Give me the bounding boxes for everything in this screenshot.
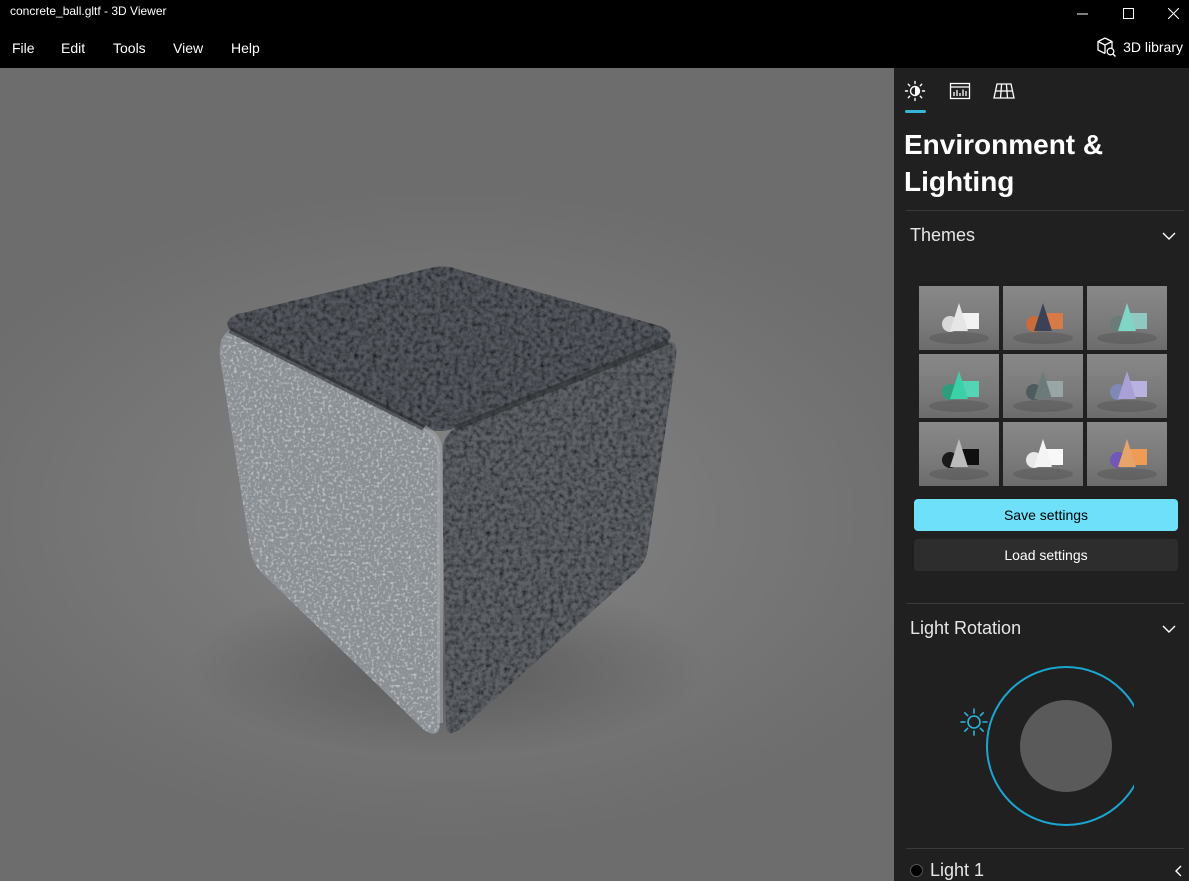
- menu-bar: File Edit Tools View Help 3D library: [0, 26, 1189, 68]
- close-icon: [1167, 7, 1179, 19]
- chevron-down-icon[interactable]: [1161, 621, 1177, 637]
- menu-help[interactable]: Help: [231, 40, 260, 56]
- theme-thumbnail[interactable]: [1003, 422, 1083, 486]
- sun-moon-icon: [904, 80, 926, 102]
- tab-grid[interactable]: [993, 80, 1017, 104]
- menu-file[interactable]: File: [12, 40, 35, 56]
- environment-panel: Environment & Lighting Themes Save setti…: [894, 68, 1189, 881]
- grid-icon: [993, 83, 1015, 99]
- divider: [906, 603, 1184, 604]
- minimize-button[interactable]: [1059, 0, 1105, 26]
- theme-thumbnail[interactable]: [1087, 422, 1167, 486]
- 3d-library-button[interactable]: 3D library: [1095, 36, 1183, 58]
- cube-search-icon: [1097, 37, 1117, 58]
- minimize-icon: [1076, 13, 1088, 14]
- menu-tools[interactable]: Tools: [113, 40, 146, 56]
- chart-icon: [949, 82, 971, 100]
- light-1-row[interactable]: Light 1: [910, 860, 1182, 881]
- close-button[interactable]: [1150, 0, 1189, 26]
- chevron-down-icon[interactable]: [1161, 228, 1177, 244]
- active-tab-indicator: [905, 110, 926, 113]
- 3d-viewport[interactable]: [0, 68, 894, 881]
- light-rotation-dial[interactable]: [954, 658, 1134, 838]
- theme-thumbnail[interactable]: [919, 422, 999, 486]
- menu-view[interactable]: View: [173, 40, 203, 56]
- maximize-icon: [1122, 7, 1134, 19]
- maximize-button[interactable]: [1105, 0, 1151, 26]
- tab-stats[interactable]: [949, 80, 973, 104]
- window-title: concrete_ball.gltf - 3D Viewer: [10, 4, 167, 18]
- theme-grid: [919, 286, 1169, 486]
- theme-thumbnail[interactable]: [1003, 286, 1083, 350]
- save-settings-button[interactable]: Save settings: [914, 499, 1178, 531]
- panel-title: Environment & Lighting: [904, 129, 1104, 197]
- light-rotation-title[interactable]: Light Rotation: [910, 618, 1021, 639]
- theme-thumbnail[interactable]: [1087, 286, 1167, 350]
- chevron-left-icon[interactable]: [1172, 864, 1186, 878]
- title-bar: concrete_ball.gltf - 3D Viewer: [0, 0, 1189, 26]
- divider: [906, 848, 1184, 849]
- light-color-swatch[interactable]: [910, 864, 923, 877]
- theme-thumbnail[interactable]: [919, 286, 999, 350]
- load-settings-button[interactable]: Load settings: [914, 539, 1178, 571]
- theme-thumbnail[interactable]: [1087, 354, 1167, 418]
- light-handle-sun-icon[interactable]: [960, 708, 988, 736]
- divider: [906, 210, 1184, 211]
- 3d-library-label: 3D library: [1123, 39, 1183, 55]
- menu-edit[interactable]: Edit: [61, 40, 85, 56]
- light-1-label: Light 1: [930, 860, 985, 880]
- theme-thumbnail[interactable]: [919, 354, 999, 418]
- concrete-cube-model[interactable]: [0, 68, 894, 881]
- themes-title[interactable]: Themes: [910, 225, 975, 246]
- tab-environment[interactable]: [904, 80, 928, 104]
- light-sphere: [1020, 700, 1112, 792]
- theme-thumbnail[interactable]: [1003, 354, 1083, 418]
